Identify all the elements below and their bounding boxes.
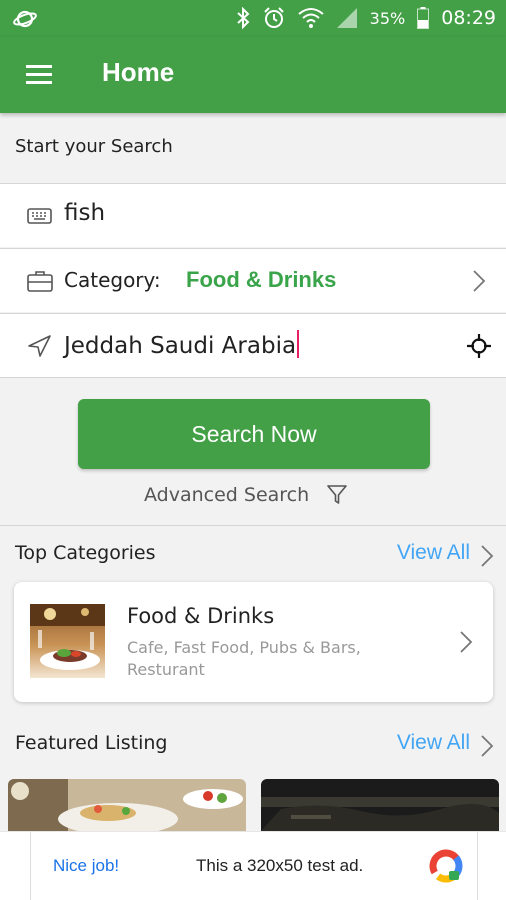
app-bar: Home xyxy=(0,37,506,113)
top-categories-header: Top Categories View All xyxy=(0,525,506,583)
keyword-field[interactable]: fish xyxy=(0,183,506,247)
category-label: Category: xyxy=(64,268,161,292)
category-thumbnail xyxy=(30,604,105,678)
hamburger-menu-icon[interactable] xyxy=(24,59,56,91)
bluetooth-icon xyxy=(237,7,250,29)
briefcase-icon xyxy=(27,271,53,292)
ad-nice-job-text: Nice job! xyxy=(53,856,120,875)
chevron-right-icon xyxy=(460,631,473,653)
location-field[interactable]: Jeddah Saudi Arabia xyxy=(0,313,506,378)
view-all-categories-link[interactable]: View All xyxy=(397,541,470,565)
featured-listing-image-1[interactable] xyxy=(8,779,246,831)
status-bar: 35% 08:29 xyxy=(0,0,506,37)
category-card-title: Food & Drinks xyxy=(127,604,275,628)
featured-listing-image-2[interactable] xyxy=(261,779,499,831)
google-ads-logo-icon xyxy=(429,849,463,883)
page-title: Home xyxy=(102,57,175,87)
gps-target-icon[interactable] xyxy=(466,333,492,359)
navigation-arrow-icon xyxy=(28,335,51,357)
chevron-right-icon[interactable] xyxy=(480,734,494,758)
text-cursor xyxy=(297,330,300,358)
view-all-featured-link[interactable]: View All xyxy=(397,731,470,755)
search-now-button[interactable]: Search Now xyxy=(78,399,430,469)
featured-listing-header: Featured Listing View All xyxy=(0,716,506,774)
keyboard-icon xyxy=(27,208,52,224)
chevron-right-icon[interactable] xyxy=(472,269,486,293)
category-card-food-drinks[interactable]: Food & Drinks Cafe, Fast Food, Pubs & Ba… xyxy=(14,582,493,702)
filter-icon xyxy=(327,485,347,504)
planet-icon xyxy=(13,10,37,28)
top-categories-title: Top Categories xyxy=(15,542,156,564)
chevron-right-icon[interactable] xyxy=(480,544,494,568)
wifi-icon xyxy=(298,8,324,28)
test-ad[interactable]: Nice job! This a 320x50 test ad. xyxy=(30,832,478,900)
location-input[interactable]: Jeddah Saudi Arabia xyxy=(64,330,300,359)
category-card-subtitle: Cafe, Fast Food, Pubs & Bars, Resturant xyxy=(127,638,361,679)
category-value[interactable]: Food & Drinks xyxy=(186,267,336,293)
alarm-icon xyxy=(263,7,284,28)
signal-icon xyxy=(336,8,357,28)
ad-text: This a 320x50 test ad. xyxy=(196,856,364,875)
clock: 08:29 xyxy=(441,7,496,29)
featured-listing-title: Featured Listing xyxy=(15,732,168,754)
battery-percent: 35% xyxy=(369,8,406,28)
advanced-search-link[interactable]: Advanced Search xyxy=(144,484,347,506)
advanced-search-label: Advanced Search xyxy=(144,484,310,506)
ad-banner[interactable]: Nice job! This a 320x50 test ad. xyxy=(0,831,506,900)
keyword-input[interactable]: fish xyxy=(64,200,105,226)
battery-icon xyxy=(417,7,430,29)
search-heading: Start your Search xyxy=(15,136,173,157)
category-field[interactable]: Category: Food & Drinks xyxy=(0,248,506,312)
location-text: Jeddah Saudi Arabia xyxy=(64,333,297,359)
